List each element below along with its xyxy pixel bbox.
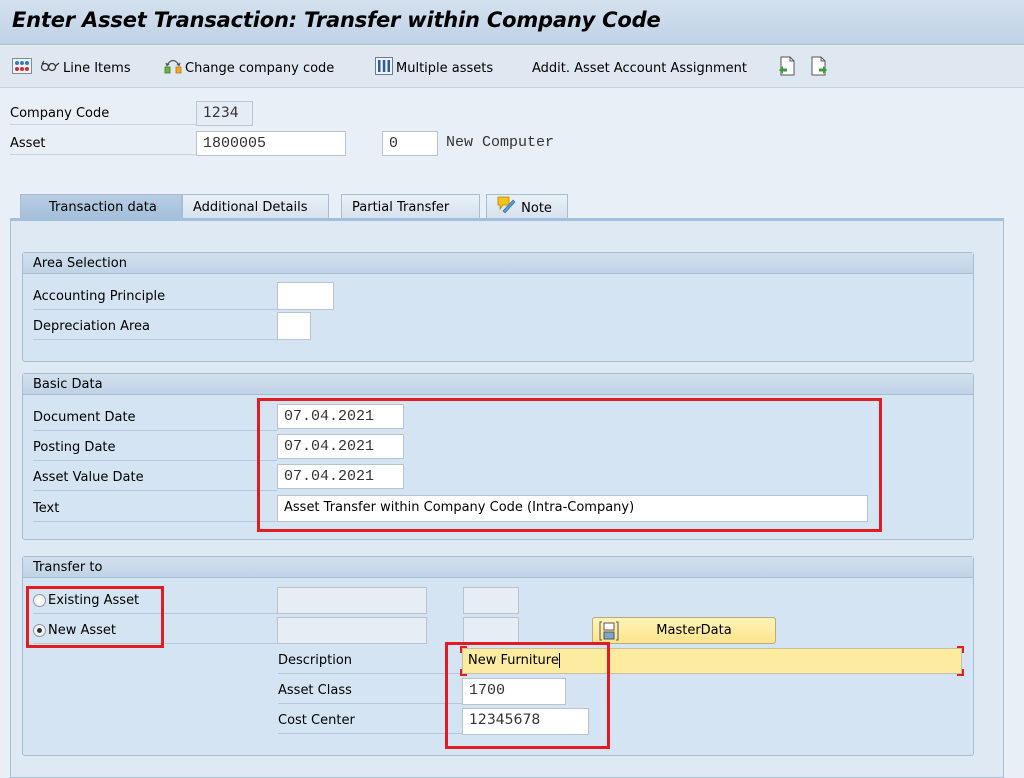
company-code-field: 1234 — [196, 101, 253, 126]
tab-additional-details-label: Additional Details — [193, 200, 308, 215]
multiple-assets-button[interactable]: Multiple assets — [375, 57, 494, 79]
depreciation-area-label: Depreciation Area — [33, 314, 310, 340]
tab-note-label: Note — [521, 201, 552, 216]
previous-document-button[interactable] — [778, 56, 796, 80]
asset-subnumber-input[interactable]: 0 — [382, 131, 438, 156]
focus-corner-bl — [460, 669, 467, 676]
text-label: Text — [33, 496, 277, 522]
document-date-input[interactable]: 07.04.2021 — [277, 404, 404, 429]
asset-class-label: Asset Class — [278, 678, 462, 704]
overview-tree-icon — [12, 58, 32, 78]
new-asset-radio[interactable]: New Asset — [33, 618, 277, 644]
new-asset-label: New Asset — [48, 622, 117, 638]
master-data-button-label: MasterData — [656, 623, 732, 638]
new-asset-subnumber-input[interactable] — [463, 617, 519, 644]
area-selection-header: Area Selection — [23, 253, 973, 274]
text-input[interactable]: Asset Transfer within Company Code (Intr… — [277, 495, 868, 522]
posting-date-input[interactable]: 07.04.2021 — [277, 434, 404, 459]
addit-asset-account-assignment-button[interactable]: Addit. Asset Account Assignment — [532, 58, 747, 78]
new-asset-number-input[interactable] — [277, 617, 427, 644]
existing-asset-label: Existing Asset — [48, 592, 140, 608]
cost-center-label: Cost Center — [278, 708, 462, 734]
description-value: New Furniture — [468, 653, 559, 668]
page-title: Enter Asset Transaction: Transfer within… — [12, 8, 661, 32]
accounting-principle-input[interactable] — [277, 282, 334, 310]
multiple-assets-icon — [375, 57, 393, 79]
previous-document-icon — [778, 56, 796, 80]
title-bar: Enter Asset Transaction: Transfer within… — [0, 0, 1024, 45]
focus-corner-tl — [460, 646, 467, 653]
asset-description-text: New Computer — [446, 134, 555, 151]
existing-asset-radio-button[interactable] — [33, 594, 46, 607]
line-items-label: Line Items — [63, 60, 131, 76]
text-cursor — [558, 653, 560, 668]
asset-class-input[interactable]: 1700 — [462, 678, 566, 705]
tab-transaction-data-label: Transaction data — [49, 200, 157, 215]
company-code-label: Company Code — [10, 103, 196, 125]
posting-date-label: Posting Date — [33, 435, 277, 461]
master-data-button[interactable]: MasterData — [592, 617, 776, 644]
tab-partial-transfer-label: Partial Transfer — [352, 200, 450, 215]
transfer-to-header: Transfer to — [23, 557, 973, 578]
accounting-principle-label: Accounting Principle — [33, 284, 277, 310]
existing-asset-radio[interactable]: Existing Asset — [33, 588, 277, 614]
focus-corner-tr — [957, 646, 964, 653]
basic-data-header: Basic Data — [23, 374, 973, 395]
focus-corner-br — [957, 669, 964, 676]
line-items-button[interactable]: Line Items — [40, 58, 131, 78]
document-date-label: Document Date — [33, 405, 277, 431]
glasses-icon — [40, 59, 60, 77]
addit-asset-account-assignment-label: Addit. Asset Account Assignment — [532, 60, 747, 76]
description-input[interactable]: New Furniture — [462, 648, 962, 674]
asset-value-date-label: Asset Value Date — [33, 465, 277, 491]
existing-asset-subnumber-input[interactable] — [463, 587, 519, 614]
tab-note[interactable]: Note — [486, 194, 568, 219]
asset-value-date-input[interactable]: 07.04.2021 — [277, 464, 404, 489]
cost-center-input[interactable]: 12345678 — [462, 708, 589, 735]
next-document-icon — [810, 56, 828, 80]
existing-asset-number-input[interactable] — [277, 587, 427, 614]
application-toolbar: Line Items Change company code Multiple … — [0, 46, 1024, 88]
asset-label: Asset — [10, 133, 196, 155]
overview-button[interactable] — [12, 58, 35, 78]
depreciation-area-input[interactable] — [277, 312, 311, 340]
next-document-button[interactable] — [810, 56, 828, 80]
description-label: Description — [278, 648, 462, 674]
tab-partial-transfer[interactable]: Partial Transfer — [341, 194, 480, 219]
tab-additional-details[interactable]: Additional Details — [182, 194, 329, 219]
tab-transaction-data[interactable]: Transaction data — [20, 194, 182, 219]
change-company-code-icon — [164, 57, 182, 79]
change-company-code-label: Change company code — [185, 60, 335, 76]
new-asset-radio-button[interactable] — [33, 624, 46, 637]
asset-number-input[interactable]: 1800005 — [196, 131, 346, 156]
multiple-assets-label: Multiple assets — [396, 60, 494, 76]
change-company-code-button[interactable]: Change company code — [164, 58, 334, 78]
